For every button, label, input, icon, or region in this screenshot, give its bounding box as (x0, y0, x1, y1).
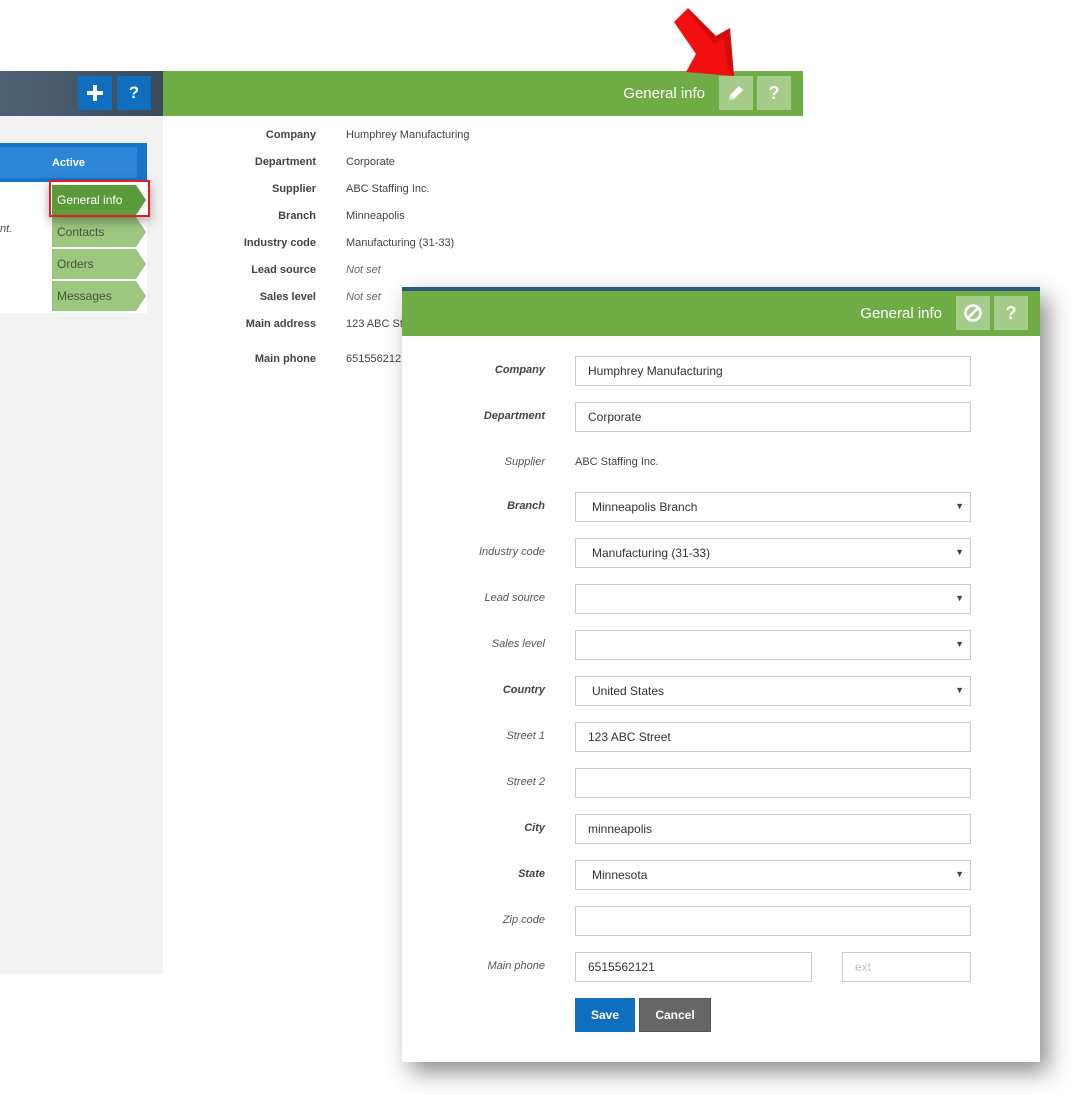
phone-label: Main phone (487, 960, 546, 972)
dropdown-arrow-icon: ▼ (955, 547, 964, 557)
branch-select[interactable]: Minneapolis Branch ▼ (575, 492, 971, 522)
left-panel-header: ? (0, 71, 163, 116)
question-icon: ? (768, 82, 780, 103)
industry-code-select[interactable]: Manufacturing (31-33) ▼ (575, 538, 971, 568)
industry-code-selected-value: Manufacturing (31-33) (592, 546, 711, 560)
street1-input[interactable] (575, 722, 971, 752)
branch-selected-value: Minneapolis Branch (592, 500, 698, 514)
city-label: City (524, 822, 545, 834)
truncated-text: nt. (0, 223, 13, 235)
country-selected-value: United States (592, 684, 665, 698)
detail-value: 123 ABC St (346, 318, 403, 330)
dialog-header: General info ? (402, 291, 1040, 336)
dialog-title: General info (860, 305, 942, 322)
branch-label: Branch (507, 500, 545, 512)
red-arrow-icon (674, 8, 734, 76)
detail-label: Branch (278, 210, 316, 222)
zip-label: Zip code (502, 914, 545, 926)
detail-label: Department (254, 156, 316, 168)
detail-label: Main phone (254, 353, 316, 365)
supplier-label: Supplier (504, 456, 545, 468)
sales-level-select[interactable]: ▼ (575, 630, 971, 660)
dropdown-arrow-icon: ▼ (955, 593, 964, 603)
help-button-main[interactable]: ? (757, 76, 791, 110)
question-icon: ? (128, 83, 140, 102)
section-title: General info (623, 85, 705, 102)
detail-value: Corporate (346, 156, 395, 168)
detail-value: Manufacturing (31-33) (346, 237, 455, 249)
street2-label: Street 2 (506, 776, 545, 788)
lead-source-label: Lead source (484, 592, 545, 604)
pencil-icon (729, 86, 743, 100)
city-input[interactable] (575, 814, 971, 844)
detail-value: ABC Staffing Inc. (346, 183, 430, 195)
cancel-edit-button[interactable] (956, 296, 990, 330)
detail-label: Sales level (259, 291, 316, 303)
supplier-value: ABC Staffing Inc. (575, 456, 659, 468)
detail-value: Not set (346, 291, 381, 303)
dropdown-arrow-icon: ▼ (955, 639, 964, 649)
block-icon (964, 304, 982, 322)
detail-value: 651556212 (346, 353, 402, 365)
department-input[interactable] (575, 402, 971, 432)
country-label: Country (502, 684, 545, 696)
company-input[interactable] (575, 356, 971, 386)
dropdown-arrow-icon: ▼ (955, 685, 964, 695)
street2-input[interactable] (575, 768, 971, 798)
detail-value: Humphrey Manufacturing (346, 129, 470, 141)
add-button[interactable] (78, 76, 112, 110)
dropdown-arrow-icon: ▼ (955, 869, 964, 879)
company-label: Company (494, 364, 545, 376)
state-select[interactable]: Minnesota ▼ (575, 860, 971, 890)
edit-button[interactable] (719, 76, 753, 110)
state-label: State (518, 868, 545, 880)
country-select[interactable]: United States ▼ (575, 676, 971, 706)
detail-label: Lead source (251, 264, 316, 276)
street1-label: Street 1 (506, 730, 545, 742)
state-selected-value: Minnesota (592, 868, 648, 882)
zip-input[interactable] (575, 906, 971, 936)
lead-source-select[interactable]: ▼ (575, 584, 971, 614)
detail-label: Supplier (271, 183, 316, 195)
phone-ext-input[interactable] (842, 952, 971, 982)
dropdown-arrow-icon: ▼ (955, 501, 964, 511)
detail-value: Not set (346, 264, 381, 276)
detail-label: Company (265, 129, 316, 141)
edit-general-info-dialog: General info ? Company Department Suppli… (402, 287, 1040, 1062)
save-button[interactable]: Save (575, 998, 635, 1032)
phone-input[interactable] (575, 952, 812, 982)
industry-code-label: Industry code (478, 546, 545, 558)
detail-value: Minneapolis (346, 210, 405, 222)
plus-icon (87, 85, 103, 101)
help-button-dialog[interactable]: ? (994, 296, 1028, 330)
question-icon: ? (1005, 302, 1017, 323)
cancel-button[interactable]: Cancel (639, 998, 711, 1032)
detail-label: Main address (245, 318, 316, 330)
detail-label: Industry code (243, 237, 316, 249)
help-button-left[interactable]: ? (117, 76, 151, 110)
sales-level-label: Sales level (491, 638, 545, 650)
department-label: Department (483, 410, 545, 422)
